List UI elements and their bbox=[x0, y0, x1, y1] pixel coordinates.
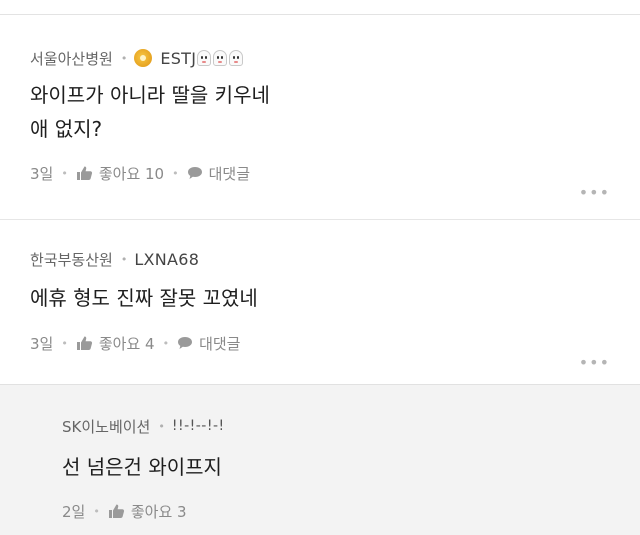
reply-button[interactable]: 대댓글 bbox=[199, 333, 240, 354]
comment-bubble-icon[interactable] bbox=[187, 166, 203, 180]
like-button[interactable]: 좋아요 3 bbox=[131, 501, 187, 522]
top-edge-bar bbox=[0, 0, 640, 15]
comment-body: 와이프가 아니라 딸을 키우네 애 없지? bbox=[30, 78, 640, 146]
separator-dot: • bbox=[162, 336, 170, 350]
comment-actions: 3일 • 좋아요 10 • 대댓글 bbox=[30, 162, 640, 184]
more-icon[interactable]: ••• bbox=[579, 183, 610, 202]
separator-dot: • bbox=[120, 252, 128, 266]
separator-dot: • bbox=[93, 504, 100, 518]
company-name: 서울아산병원 bbox=[30, 49, 113, 68]
separator-dot: • bbox=[61, 336, 68, 350]
company-name: SK이노베이션 bbox=[62, 417, 151, 436]
comment-time: 3일 bbox=[30, 334, 54, 353]
reply-item: SK이노베이션 • !!-!--!-! 선 넘은건 와이프지 2일 • 좋아요 … bbox=[0, 385, 640, 535]
thumb-up-icon[interactable] bbox=[108, 503, 125, 519]
reply-actions: 2일 • 좋아요 3 bbox=[62, 500, 640, 522]
coin-badge-icon bbox=[134, 49, 153, 67]
ghost-emoji-icon bbox=[229, 50, 244, 66]
nickname[interactable]: !!-!--!-! bbox=[172, 418, 225, 434]
comment-meta: 한국부동산원 • LXNA68 bbox=[30, 248, 640, 270]
comment-time: 3일 bbox=[30, 164, 54, 183]
like-button[interactable]: 좋아요 4 bbox=[99, 333, 155, 354]
reply-time: 2일 bbox=[62, 502, 86, 521]
comment-actions: 3일 • 좋아요 4 • 대댓글 bbox=[30, 332, 640, 354]
reply-meta: SK이노베이션 • !!-!--!-! bbox=[62, 415, 640, 437]
reply-button[interactable]: 대댓글 bbox=[209, 163, 250, 184]
separator-dot: • bbox=[158, 419, 165, 433]
comment-text-line: 에휴 형도 진짜 잘못 꼬였네 bbox=[30, 286, 258, 310]
comment-body: 에휴 형도 진짜 잘못 꼬였네 bbox=[30, 281, 640, 315]
thumb-up-icon[interactable] bbox=[76, 335, 93, 351]
comment-item: 서울아산병원 • ESTJ 와이프가 아니라 딸을 키우네 애 없지? 3일 •… bbox=[0, 15, 640, 220]
nickname[interactable]: LXNA68 bbox=[134, 250, 199, 269]
nickname[interactable]: ESTJ bbox=[160, 49, 196, 68]
reply-body: 선 넘은건 와이프지 bbox=[62, 450, 640, 484]
comment-bubble-icon[interactable] bbox=[177, 336, 193, 350]
ghost-emoji-group bbox=[197, 50, 245, 66]
comment-text-line: 애 없지? bbox=[30, 117, 103, 141]
more-icon[interactable]: ••• bbox=[579, 353, 610, 372]
separator-dot: • bbox=[61, 166, 68, 180]
ghost-emoji-icon bbox=[197, 50, 212, 66]
company-name: 한국부동산원 bbox=[30, 250, 113, 269]
separator-dot: • bbox=[120, 51, 128, 65]
reply-text-line: 선 넘은건 와이프지 bbox=[62, 455, 222, 479]
comment-meta: 서울아산병원 • ESTJ bbox=[30, 47, 640, 69]
separator-dot: • bbox=[172, 166, 179, 180]
ghost-emoji-icon bbox=[213, 50, 228, 66]
thumb-up-icon[interactable] bbox=[76, 165, 93, 181]
comment-text-line: 와이프가 아니라 딸을 키우네 bbox=[30, 83, 270, 107]
like-button[interactable]: 좋아요 10 bbox=[99, 163, 164, 184]
comment-item: 한국부동산원 • LXNA68 에휴 형도 진짜 잘못 꼬였네 3일 • 좋아요… bbox=[0, 220, 640, 385]
